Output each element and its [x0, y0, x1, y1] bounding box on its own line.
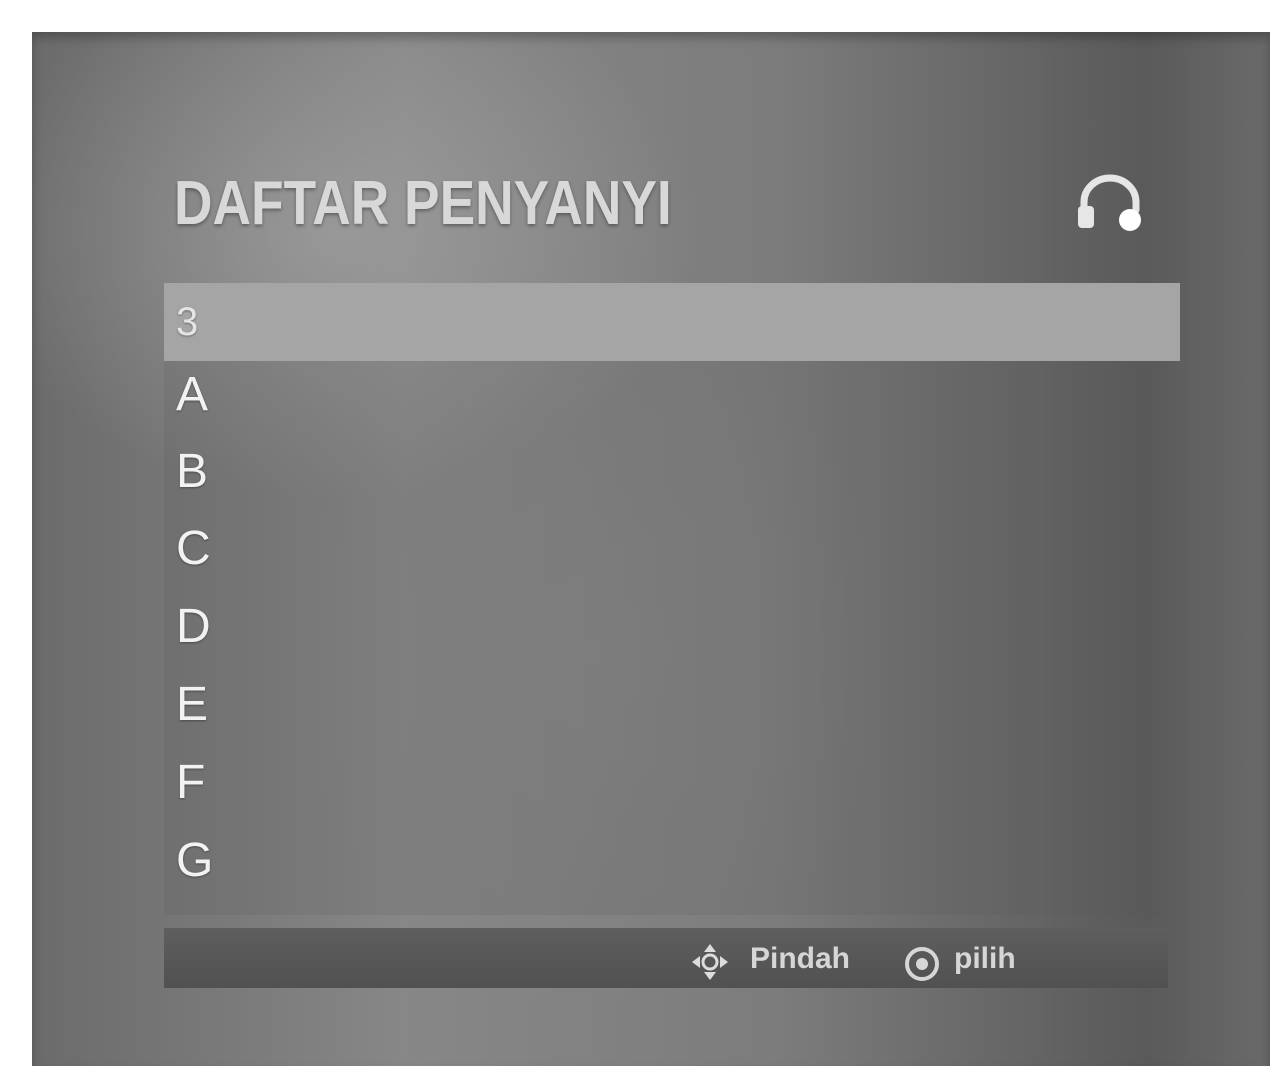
list-item-selected[interactable]: 3: [164, 283, 1180, 361]
list-item-label: 3: [176, 300, 199, 344]
artist-list-panel: [164, 283, 1168, 915]
list-item-label: C: [176, 522, 211, 575]
page-title: DAFTAR PENYANYI: [174, 169, 672, 238]
list-item-b[interactable]: B: [164, 433, 208, 511]
select-hint-label: pilih: [954, 942, 1016, 975]
footer-hint-bar: [164, 928, 1168, 988]
list-item-label: B: [176, 445, 209, 498]
list-item-label: A: [176, 368, 209, 421]
list-item-label: F: [176, 756, 206, 809]
move-hint-label: Pindah: [750, 942, 851, 975]
list-item-a[interactable]: A: [164, 356, 208, 434]
list-item-g[interactable]: G: [164, 822, 213, 900]
list-item-c[interactable]: C: [164, 510, 211, 588]
list-item-label: D: [176, 600, 211, 653]
list-item-label: G: [176, 834, 214, 887]
list-item-d[interactable]: D: [164, 588, 211, 666]
list-item-f[interactable]: F: [164, 744, 205, 822]
dpad-icon: [692, 944, 728, 980]
list-item-label: E: [176, 678, 209, 731]
headphone-icon: [1078, 174, 1141, 231]
list-item-e[interactable]: E: [164, 666, 208, 744]
circle-select-icon: [905, 947, 939, 981]
